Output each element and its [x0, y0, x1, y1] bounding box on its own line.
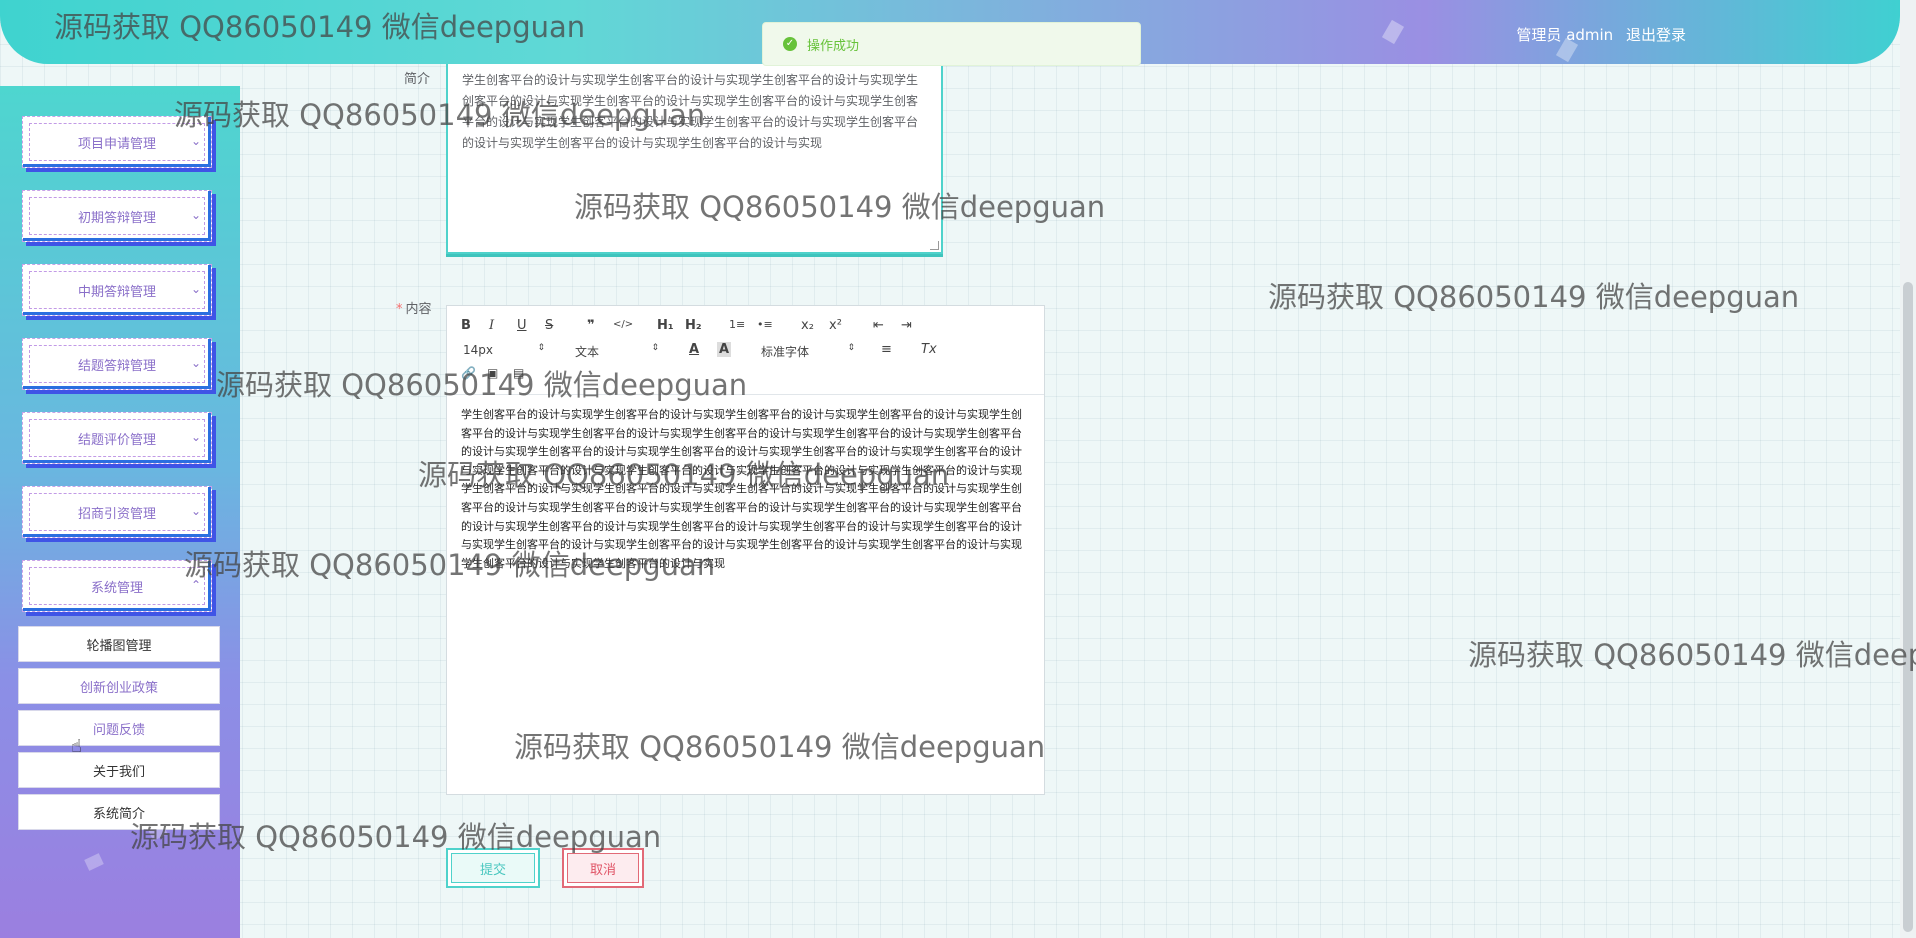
font-family-picker[interactable]: 标准字体 ⇕	[761, 343, 855, 360]
logout-link[interactable]: 退出登录	[1626, 26, 1686, 44]
submenu-label: 系统简介	[92, 806, 145, 822]
bold-button[interactable]: B	[461, 318, 471, 333]
menu-label: 项目申请管理	[77, 136, 156, 152]
code-block-button[interactable]: </>	[613, 319, 633, 330]
background-color-button[interactable]: A	[717, 342, 732, 357]
watermark: 源码获取 QQ86050149 微信deepguan	[1268, 280, 1800, 314]
clean-format-button[interactable]: Tx	[921, 342, 937, 357]
menu-label: 招商引资管理	[77, 506, 156, 522]
submenu-carousel[interactable]: 轮播图管理	[18, 626, 220, 662]
menu-final-defense[interactable]: 结题答辩管理 ⌄	[22, 338, 212, 390]
updown-icon: ⇕	[651, 343, 659, 353]
italic-button[interactable]: I	[489, 318, 494, 333]
menu-label: 结题答辩管理	[77, 358, 156, 374]
submenu-feedback[interactable]: 问题反馈	[18, 710, 220, 746]
align-button[interactable]: ≡	[881, 342, 892, 357]
header-user-area: 管理员 admin 退出登录	[1508, 24, 1686, 45]
sidebar: 项目申请管理 ⌄ 初期答辩管理 ⌄ 中期答辩管理 ⌄ 结题答辩管理 ⌄ 结题评价…	[0, 86, 240, 938]
content-label-text: 内容	[405, 302, 432, 317]
video-button[interactable]: ▤	[513, 366, 524, 380]
rich-text-editor[interactable]: B I U S ❞ </> H₁ H₂ 1≡ •≡ x₂ x² ⇤ ⇥ 14px…	[446, 305, 1045, 795]
menu-label: 中期答辩管理	[77, 284, 156, 300]
header-value: 文本	[575, 345, 600, 359]
menu-midterm-defense[interactable]: 中期答辩管理 ⌄	[22, 264, 212, 316]
text-color-button[interactable]: A	[689, 342, 699, 357]
intro-text: 学生创客平台的设计与实现学生创客平台的设计与实现学生创客平台的设计与实现学生创客…	[462, 73, 919, 150]
submenu-policy[interactable]: 创新创业政策	[18, 668, 220, 704]
success-toast: ✓ 操作成功	[762, 22, 1141, 66]
editor-toolbar: B I U S ❞ </> H₁ H₂ 1≡ •≡ x₂ x² ⇤ ⇥ 14px…	[447, 306, 1044, 395]
quote-button[interactable]: ❞	[587, 318, 595, 333]
chevron-down-icon: ⌄	[190, 208, 201, 222]
menu-final-evaluation[interactable]: 结题评价管理 ⌄	[22, 412, 212, 464]
updown-icon: ⇕	[537, 343, 545, 353]
editor-content[interactable]: 学生创客平台的设计与实现学生创客平台的设计与实现学生创客平台的设计与实现学生创客…	[461, 406, 1024, 573]
sidebar-decoration	[84, 853, 104, 871]
outdent-button[interactable]: ⇤	[873, 318, 884, 333]
ordered-list-button[interactable]: 1≡	[729, 318, 745, 331]
chevron-up-icon: ⌃	[190, 578, 201, 592]
menu-label: 系统管理	[90, 580, 143, 596]
submenu-system-intro[interactable]: 系统简介	[18, 794, 220, 830]
submenu-label: 创新创业政策	[79, 680, 158, 696]
header-decoration	[1381, 19, 1405, 45]
chevron-down-icon: ⌄	[190, 134, 201, 148]
menu-project-apply[interactable]: 项目申请管理 ⌄	[22, 116, 212, 168]
cancel-button[interactable]: 取消	[562, 848, 644, 888]
header-picker[interactable]: 文本 ⇕	[575, 343, 659, 360]
header1-button[interactable]: H₁	[657, 318, 674, 333]
font-size-picker[interactable]: 14px ⇕	[463, 343, 545, 357]
subscript-button[interactable]: x₂	[801, 318, 814, 333]
submenu-label: 问题反馈	[92, 722, 145, 738]
intro-label: 简介	[404, 72, 431, 87]
toast-message: 操作成功	[807, 38, 860, 54]
chevron-down-icon: ⌄	[190, 504, 201, 518]
menu-investment[interactable]: 招商引资管理 ⌄	[22, 486, 212, 538]
intro-textarea[interactable]: 学生创客平台的设计与实现学生创客平台的设计与实现学生创客平台的设计与实现学生创客…	[446, 64, 943, 254]
resize-handle-icon[interactable]	[930, 241, 939, 250]
page-scrollbar[interactable]	[1900, 0, 1916, 938]
strike-button[interactable]: S	[545, 318, 553, 333]
chevron-down-icon: ⌄	[190, 282, 201, 296]
chevron-down-icon: ⌄	[190, 356, 201, 370]
watermark: 源码获取 QQ86050149 微信deepguan	[1468, 638, 1916, 672]
menu-label: 初期答辩管理	[77, 210, 156, 226]
menu-initial-defense[interactable]: 初期答辩管理 ⌄	[22, 190, 212, 242]
chevron-down-icon: ⌄	[190, 430, 201, 444]
required-mark: *	[396, 302, 403, 317]
indent-button[interactable]: ⇥	[901, 318, 912, 333]
check-circle-icon: ✓	[783, 37, 797, 51]
submenu-label: 轮播图管理	[86, 638, 152, 654]
font-size-value: 14px	[463, 343, 493, 357]
scrollbar-thumb[interactable]	[1903, 282, 1913, 932]
content-label: * 内容	[396, 298, 432, 317]
font-family-value: 标准字体	[761, 345, 810, 359]
header2-button[interactable]: H₂	[685, 318, 702, 333]
submenu-about[interactable]: 关于我们	[18, 752, 220, 788]
admin-user-label: 管理员 admin	[1516, 26, 1614, 44]
hand-cursor-icon: ☝	[71, 736, 82, 757]
underline-button[interactable]: U	[517, 318, 527, 333]
menu-label: 结题评价管理	[77, 432, 156, 448]
image-button[interactable]: ▣	[487, 366, 498, 380]
submit-button[interactable]: 提交	[446, 848, 540, 888]
superscript-button[interactable]: x²	[829, 318, 842, 333]
submenu-label: 关于我们	[92, 764, 145, 780]
updown-icon: ⇕	[847, 343, 855, 353]
menu-system[interactable]: 系统管理 ⌃	[22, 560, 212, 612]
bullet-list-button[interactable]: •≡	[757, 318, 773, 331]
link-button[interactable]: 🔗	[461, 366, 476, 380]
